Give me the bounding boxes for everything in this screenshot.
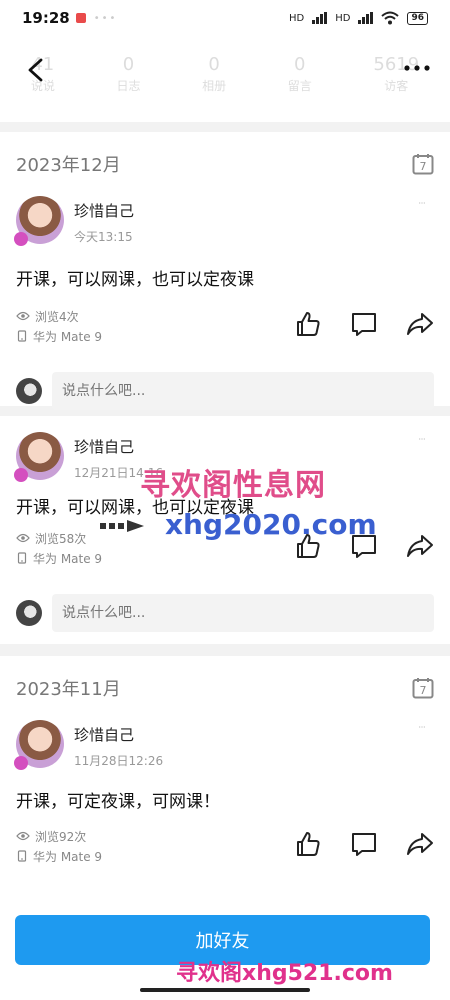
post-item: 珍惜自己 今天13:15 开课，可以网课，也可以定夜课 浏览4次 华为 Mate… [0, 196, 450, 410]
author-name[interactable]: 珍惜自己 [74, 200, 134, 221]
wifi-icon [381, 11, 400, 25]
top-nav-bar: 41 说说 0 日志 0 相册 0 留言 5619 访客 [0, 36, 450, 122]
back-icon[interactable] [24, 54, 48, 86]
share-icon[interactable] [406, 532, 434, 560]
signal-icon-2 [358, 12, 374, 24]
avatar[interactable] [14, 432, 64, 482]
post-item: 珍惜自己 11月28日12:26 开课，可定夜课，可网课！ 浏览92次 华为 M… [0, 720, 450, 876]
status-bar: 19:28 ••• HD HD 96 [0, 0, 450, 36]
share-icon[interactable] [406, 310, 434, 338]
share-icon[interactable] [406, 830, 434, 858]
comment-input[interactable] [52, 594, 434, 632]
post-text: 开课，可以网课，也可以定夜课 [16, 270, 254, 290]
post-more-icon[interactable] [410, 720, 434, 728]
stat-message[interactable]: 0 留言 [288, 54, 312, 94]
more-icon[interactable] [402, 58, 432, 78]
battery-icon: 96 [407, 11, 428, 25]
calendar-icon[interactable]: 7 [412, 677, 434, 699]
home-indicator [140, 988, 310, 992]
record-icon [75, 13, 86, 23]
comment-icon[interactable] [350, 830, 378, 858]
post-time: 今天13:15 [74, 230, 133, 244]
eye-icon [16, 311, 30, 321]
eye-icon [16, 831, 30, 841]
hd-label-2: HD [335, 12, 351, 24]
post-more-icon[interactable] [410, 196, 434, 204]
notification-dots-icon: ••• [93, 12, 118, 24]
month-label: 2023年11月 [16, 679, 121, 700]
profile-stats: 41 说说 0 日志 0 相册 0 留言 5619 访客 [0, 54, 450, 94]
calendar-icon[interactable]: 7 [412, 153, 434, 175]
phone-icon [17, 552, 27, 564]
avatar[interactable] [14, 720, 64, 770]
month-label: 2023年12月 [16, 155, 121, 176]
author-name[interactable]: 珍惜自己 [74, 724, 163, 745]
phone-icon [17, 850, 27, 862]
month-group-card: 2023年11月 7 珍惜自己 11月28日12:26 开课，可定夜课，可网课！… [0, 656, 450, 896]
watermark-url-bottom: 寻欢阁xhg521.com [176, 961, 393, 986]
watermark-arrow-icon [100, 520, 144, 532]
comment-input[interactable] [52, 372, 434, 410]
phone-icon [17, 330, 27, 342]
post-more-icon[interactable] [410, 432, 434, 440]
my-avatar [16, 378, 42, 404]
watermark-url: xhg2020.com [165, 508, 377, 541]
signal-icon [312, 12, 328, 24]
post-text: 开课，可定夜课，可网课！ [16, 792, 220, 812]
watermark-text: 寻欢阁性息网 [140, 468, 326, 503]
my-avatar [16, 600, 42, 626]
like-icon[interactable] [294, 830, 322, 858]
like-icon[interactable] [294, 310, 322, 338]
month-group-card: 2023年12月 7 珍惜自己 今天13:15 开课，可以网课，也可以定夜课 浏… [0, 132, 450, 410]
eye-icon [16, 533, 30, 543]
svg-text:7: 7 [420, 684, 427, 697]
comment-icon[interactable] [350, 310, 378, 338]
hd-label-1: HD [289, 12, 305, 24]
svg-text:7: 7 [420, 160, 427, 173]
avatar[interactable] [14, 196, 64, 246]
status-time: 19:28 [22, 9, 70, 27]
post-time: 11月28日12:26 [74, 754, 164, 768]
author-name[interactable]: 珍惜自己 [74, 436, 163, 457]
stat-album[interactable]: 0 相册 [202, 54, 226, 94]
stat-log[interactable]: 0 日志 [116, 54, 140, 94]
